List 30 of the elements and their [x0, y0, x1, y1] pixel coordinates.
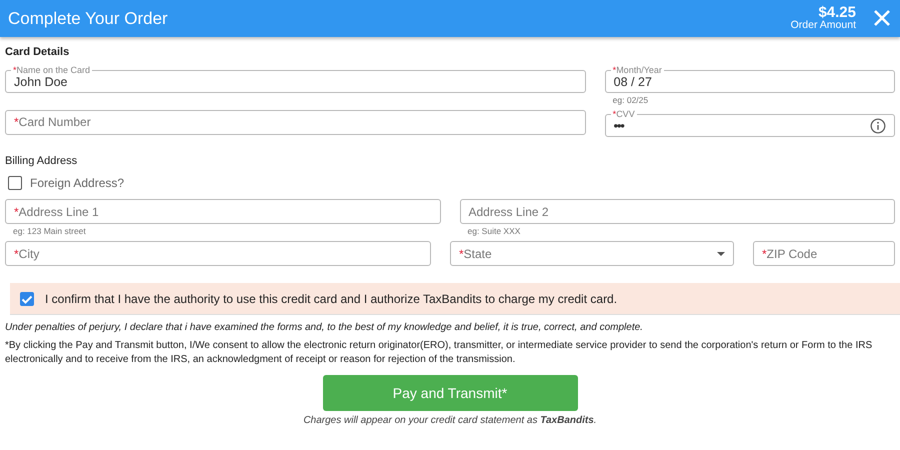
hint-text: eg: 123 Main street [13, 226, 86, 236]
close-icon [872, 8, 892, 28]
order-amount: $4.25 [818, 5, 856, 20]
input-field[interactable]: *Month/Year 08 / 27 [604, 66, 895, 92]
input-field[interactable]: Address Line 2 [460, 199, 895, 224]
input-field[interactable]: *ZIP Code [753, 241, 895, 266]
confirm-label: I confirm that I have the authority to use this credit card and I authorize TaxBandits to charge my credit card. [45, 290, 618, 308]
check-icon [21, 294, 33, 304]
section-heading: Billing Address [5, 154, 78, 168]
state-dropdown[interactable]: *State [450, 241, 734, 266]
input-field[interactable]: *Address Line 1 [5, 199, 440, 224]
input-field[interactable]: *City [5, 241, 431, 266]
consent-statement: *By clicking the Pay and Transmit button, I/We consent to allow the electronic return originator(ERO), transmitter, or intermediate service provider to send the corporation's return or Form to the IRS electronically and to receive from the IRS, an acknowledgment of receipt or reason for rejection of the transmission. [5, 338, 874, 366]
header-title: Complete Your Order [8, 8, 168, 30]
info-icon[interactable] [870, 118, 886, 134]
input-field[interactable]: *Card Number [5, 110, 586, 134]
checkbox[interactable] [8, 176, 22, 190]
close-button[interactable] [872, 8, 892, 28]
checkbox[interactable] [20, 292, 34, 306]
perjury-statement: Under penalties of perjury, I declare that i have examined the forms and, to the best of my knowledge and belief, it is true, correct, and complete. [5, 321, 644, 335]
pay-button[interactable]: Pay and Transmit* [322, 375, 578, 412]
hint-text: eg: 02/25 [612, 94, 648, 104]
input-field[interactable]: *CVV ••• [604, 110, 895, 136]
caret-icon [717, 252, 725, 256]
order-amount-label: Order Amount [790, 20, 856, 32]
hint-text: eg: Suite XXX [468, 226, 520, 236]
checkbox-label: Foreign Address? [30, 175, 124, 192]
input-field[interactable]: *Name on the Card John Doe [5, 66, 586, 92]
charges-note: Charges will appear on your credit card statement as TaxBandits. [303, 414, 597, 428]
section-heading: Card Details [5, 45, 70, 60]
